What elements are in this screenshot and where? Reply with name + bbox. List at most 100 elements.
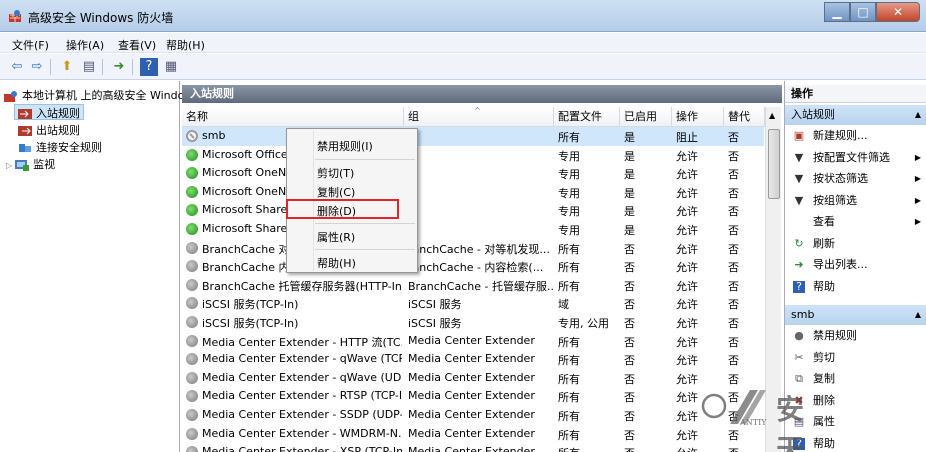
menu-view[interactable]: 查看(V) xyxy=(118,37,156,53)
table-row[interactable]: Media Center Extender - WMDRM-N... Media … xyxy=(182,425,764,444)
rule-override: 否 xyxy=(728,242,739,256)
tree-item-inbound[interactable]: 入站规则 xyxy=(14,104,84,120)
export-icon: ➜ xyxy=(794,258,804,271)
back-icon[interactable]: ⇦ xyxy=(8,58,26,76)
rule-override: 否 xyxy=(728,205,739,219)
table-row[interactable]: BranchCache 内容 ranchCache - 内容检索(... 所有否允许… xyxy=(182,257,764,276)
disabled-rule-icon xyxy=(186,409,198,421)
action-item[interactable]: ▼ 按组筛选 ▶ xyxy=(785,191,926,211)
table-row[interactable]: Microsoft OneN 专用是允许否 xyxy=(182,183,764,202)
action-item[interactable]: 查看 ▶ xyxy=(785,212,926,232)
menu-action[interactable]: 操作(A) xyxy=(66,37,104,53)
column-header-profile[interactable]: 配置文件 xyxy=(554,107,620,127)
table-row[interactable]: Media Center Extender - qWave (TCP... Med… xyxy=(182,350,764,369)
help-icon[interactable]: ? xyxy=(140,58,158,76)
context-item-cut[interactable]: 剪切(T) xyxy=(317,165,354,181)
forward-icon[interactable]: ⇨ xyxy=(28,58,46,76)
collapse-icon[interactable]: ▲ xyxy=(915,305,921,325)
table-row[interactable]: iSCSI 服务(TCP-In) iSCSI 服务 专用, 公用 否 允许 否 xyxy=(182,313,764,332)
rule-group: iSCSI 服务 xyxy=(408,298,462,312)
enabled-rule-icon xyxy=(186,148,198,161)
column-header-name[interactable]: 名称 xyxy=(182,107,404,127)
table-row[interactable]: BranchCache 托管缓存服务器(HTTP-In) BranchCache … xyxy=(182,276,764,295)
title-bar: 高级安全 Windows 防火墙 ▁ □ ✕ xyxy=(0,0,926,32)
column-header-action[interactable]: 操作 xyxy=(672,107,724,127)
tree-item-monitoring[interactable]: ▷ 监视 xyxy=(6,156,55,172)
actions-section-inbound[interactable]: 入站规则 ▲ xyxy=(785,105,926,125)
submenu-arrow-icon: ▶ xyxy=(914,152,921,162)
rule-action: 允许 xyxy=(676,186,698,200)
actions-section-smb[interactable]: smb ▲ xyxy=(785,305,926,325)
context-item-copy[interactable]: 复制(C) xyxy=(317,184,355,200)
action-item[interactable]: ▼ 按配置文件筛选 ▶ xyxy=(785,148,926,168)
rule-enabled: 否 xyxy=(624,298,635,312)
rule-group: Media Center Extender xyxy=(408,426,535,440)
table-row[interactable]: smb 所有是阻止否 xyxy=(182,127,764,146)
table-row[interactable]: BranchCache 对等 ranchCache - 对等机发现... 所有否允许… xyxy=(182,239,764,258)
rule-group: ranchCache - 内容检索(... xyxy=(408,261,544,275)
enabled-rule-icon xyxy=(186,185,198,198)
tree-item-outbound[interactable]: 出站规则 xyxy=(18,122,80,138)
scroll-thumb[interactable] xyxy=(768,129,780,199)
rule-group: Media Center Extender xyxy=(408,445,535,452)
menu-file[interactable]: 文件(F) xyxy=(12,37,49,53)
submenu-arrow-icon: ▶ xyxy=(914,217,921,226)
export-icon[interactable]: ➜ xyxy=(110,58,128,76)
column-header-override[interactable]: 替代 xyxy=(724,107,765,127)
action-item[interactable]: ✂ 剪切 xyxy=(785,348,926,368)
context-item-disable-rule[interactable]: 禁用规则(I) xyxy=(317,138,373,154)
rule-name: BranchCache 托管缓存服务器(HTTP-In) xyxy=(202,279,402,293)
table-row[interactable]: Media Center Extender - HTTP 流(TC... Medi… xyxy=(182,332,764,351)
show-hide-tree-icon[interactable]: ▤ xyxy=(80,58,98,76)
column-header-group[interactable]: 组 ^ xyxy=(404,106,554,127)
blocked-rule-icon xyxy=(186,130,198,142)
action-item[interactable]: ▣ 新建规则... xyxy=(785,126,926,146)
scroll-up-icon[interactable]: ▲ xyxy=(769,111,775,120)
context-item-help[interactable]: 帮助(H) xyxy=(317,255,356,271)
table-row[interactable]: Microsoft Share 专用是允许否 xyxy=(182,220,764,239)
rule-profile: 所有 xyxy=(558,335,580,349)
collapse-icon[interactable]: ▲ xyxy=(915,105,921,125)
rule-group: Media Center Extender xyxy=(408,389,535,403)
rule-action: 允许 xyxy=(676,149,698,163)
minimize-button[interactable]: ▁ xyxy=(824,2,850,22)
column-header-enabled[interactable]: 已启用 xyxy=(620,107,672,127)
rule-name: iSCSI 服务(TCP-In) xyxy=(202,298,299,312)
action-item[interactable]: ▼ 按状态筛选 ▶ xyxy=(785,169,926,189)
action-item[interactable]: ↻ 刷新 xyxy=(785,234,926,254)
action-label: 新建规则... xyxy=(813,129,868,142)
table-row[interactable]: Microsoft Share 专用是允许否 xyxy=(182,201,764,220)
action-item[interactable]: ➜ 导出列表... xyxy=(785,255,926,275)
action-pane-icon[interactable]: ▦ xyxy=(162,58,180,76)
action-item[interactable]: ● 禁用规则 xyxy=(785,326,926,346)
rule-action: 允许 xyxy=(676,224,698,237)
rule-name: iSCSI 服务(TCP-In) xyxy=(202,317,299,330)
context-item-properties[interactable]: 属性(R) xyxy=(317,229,355,245)
help-icon: ? xyxy=(793,280,805,293)
disabled-rule-icon xyxy=(186,278,198,291)
table-row[interactable]: iSCSI 服务(TCP-In) iSCSI 服务 域 否 允许 否 xyxy=(182,294,764,313)
rule-enabled: 否 xyxy=(624,242,635,256)
table-row[interactable]: Media Center Extender - qWave (UD... Medi… xyxy=(182,369,764,388)
expand-arrow-icon[interactable]: ▷ xyxy=(6,161,12,170)
rule-override: 否 xyxy=(728,149,739,163)
close-button[interactable]: ✕ xyxy=(876,2,920,22)
table-row[interactable]: Media Center Extender - RTSP (TCP-In) Med… xyxy=(182,387,764,406)
menu-help[interactable]: 帮助(H) xyxy=(166,37,205,53)
tree-root[interactable]: 本地计算机 上的高级安全 Windo xyxy=(4,87,184,103)
tree-item-connection-security[interactable]: 连接安全规则 xyxy=(18,139,102,155)
filter-icon: ▼ xyxy=(794,193,804,207)
rule-enabled: 是 xyxy=(624,131,635,144)
table-row[interactable]: Media Center Extender - SSDP (UDP-... Med… xyxy=(182,406,764,425)
sort-arrow-icon: ^ xyxy=(474,106,481,115)
rule-group: ranchCache - 对等机发现... xyxy=(408,242,550,256)
pane-title: 入站规则 xyxy=(182,85,782,103)
table-row[interactable]: Microsoft OneN 专用是允许否 xyxy=(182,164,764,183)
up-folder-icon[interactable]: ⬆ xyxy=(58,58,76,76)
disabled-rule-icon xyxy=(186,297,198,310)
action-label: 导出列表... xyxy=(813,258,868,271)
table-row[interactable]: Microsoft Office 专用是允许否 xyxy=(182,146,764,165)
table-row[interactable]: Media Center Extender - XSP (TCP-In) Medi… xyxy=(182,443,764,452)
action-item[interactable]: ? 帮助 xyxy=(785,277,926,297)
maximize-button[interactable]: □ xyxy=(850,2,876,22)
